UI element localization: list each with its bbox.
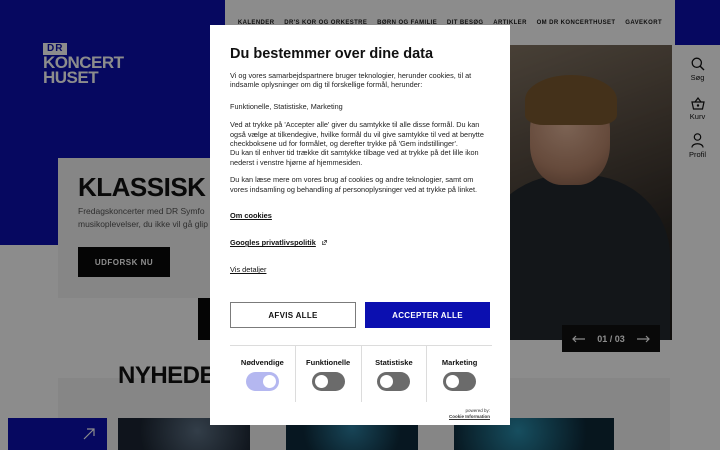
cookie-consent-dialog: Du bestemmer over dine data Vi og vores … bbox=[210, 25, 510, 425]
toggle-group-functional: Funktionelle bbox=[296, 346, 362, 402]
toggle-label: Statistiske bbox=[375, 358, 413, 367]
accept-all-button[interactable]: ACCEPTER ALLE bbox=[365, 302, 490, 328]
consent-paragraph: Du kan læse mere om vores brug af cookie… bbox=[230, 175, 478, 194]
external-link-icon bbox=[322, 240, 328, 245]
cookies-link[interactable]: Om cookies bbox=[230, 211, 272, 220]
toggle-statistics[interactable] bbox=[377, 372, 411, 391]
consent-paragraph: Du kan til enhver tid trække dit samtykk… bbox=[230, 148, 479, 167]
toggle-group-marketing: Marketing bbox=[427, 346, 492, 402]
toggle-necessary bbox=[245, 372, 279, 391]
consent-intro: Vi og vores samarbejdspartnere bruger te… bbox=[230, 71, 472, 90]
consent-toggles: Nødvendige Funktionelle Statistiske Mark… bbox=[230, 345, 492, 402]
google-privacy-link[interactable]: Googles privatlivspolitik bbox=[230, 238, 316, 247]
toggle-label: Funktionelle bbox=[306, 358, 351, 367]
consent-content: Du bestemmer over dine data Vi og vores … bbox=[210, 25, 510, 290]
consent-purposes: Funktionelle, Statistiske, Marketing bbox=[230, 101, 343, 111]
powered-by: powered by: Cookie Information bbox=[449, 408, 490, 419]
consent-paragraph: Ved at trykke på 'Accepter alle' giver d… bbox=[230, 120, 484, 149]
toggle-group-statistics: Statistiske bbox=[362, 346, 428, 402]
reject-all-button[interactable]: AFVIS ALLE bbox=[230, 302, 356, 328]
toggle-group-necessary: Nødvendige bbox=[230, 346, 296, 402]
toggle-marketing[interactable] bbox=[443, 372, 477, 391]
consent-title: Du bestemmer over dine data bbox=[230, 46, 434, 62]
toggle-functional[interactable] bbox=[311, 372, 345, 391]
show-details-link[interactable]: Vis detaljer bbox=[230, 265, 266, 274]
consent-actions: AFVIS ALLE ACCEPTER ALLE bbox=[230, 302, 490, 328]
powered-by-link[interactable]: Cookie Information bbox=[449, 414, 490, 420]
toggle-label: Marketing bbox=[441, 358, 478, 367]
toggle-label: Nødvendige bbox=[240, 358, 284, 367]
